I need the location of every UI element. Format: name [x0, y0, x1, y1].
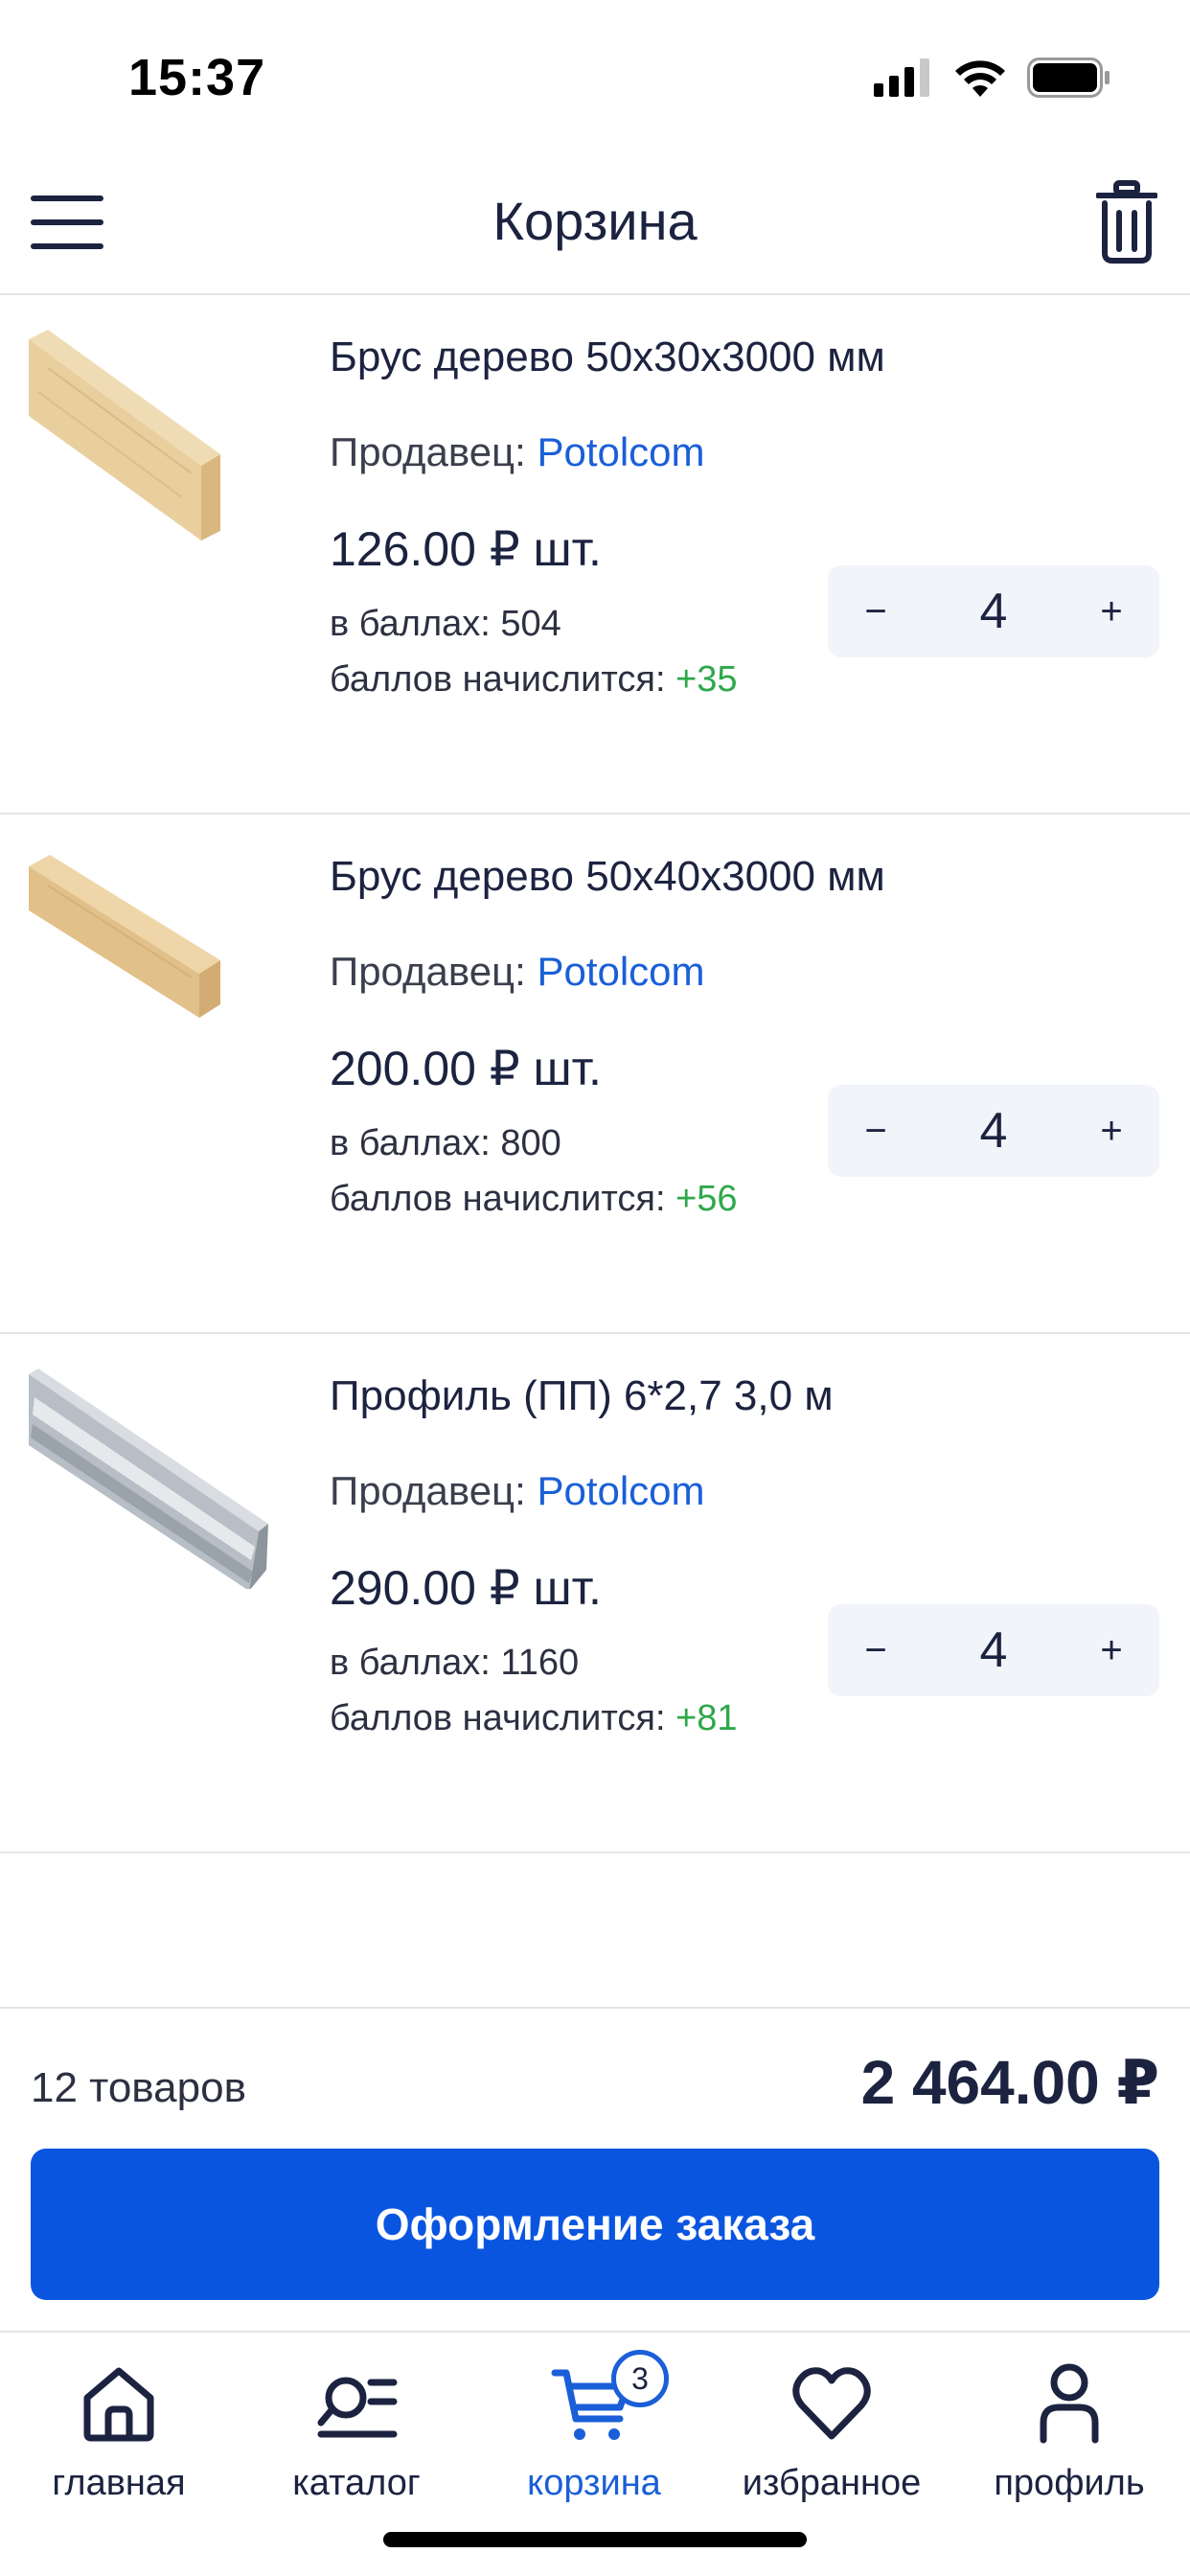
product-price: 200.00 ₽ шт.	[330, 1042, 602, 1095]
cart-item[interactable]: Профиль (ПП) 6*2,7 3,0 м Продавец: Potol…	[0, 1334, 1190, 1853]
heart-icon	[792, 2367, 871, 2440]
status-icons	[874, 58, 1111, 98]
quantity-stepper: − 4 +	[828, 1604, 1159, 1696]
product-image	[29, 330, 220, 540]
cart-count-badge: 3	[611, 2350, 669, 2407]
quantity-stepper: − 4 +	[828, 1085, 1159, 1177]
home-icon	[83, 2367, 154, 2442]
quantity-value: 4	[979, 584, 1008, 639]
profile-icon	[1040, 2363, 1099, 2444]
decrease-quantity-button[interactable]: −	[828, 1604, 924, 1696]
tab-label: главная	[52, 2463, 186, 2503]
increase-quantity-button[interactable]: +	[1064, 565, 1159, 657]
wifi-icon	[955, 60, 1005, 97]
points-label: в баллах:	[330, 1643, 491, 1683]
product-price: 126.00 ₽ шт.	[330, 522, 602, 576]
accrual-label: баллов начислится:	[330, 1698, 666, 1738]
seller-link[interactable]: Potolcom	[537, 429, 704, 474]
product-title[interactable]: Профиль (ПП) 6*2,7 3,0 м	[330, 1372, 834, 1420]
cart-item[interactable]: Брус дерево 50х30х3000 мм Продавец: Poto…	[0, 295, 1190, 815]
seller-link[interactable]: Potolcom	[537, 949, 704, 994]
accrual-label: баллов начислится:	[330, 659, 666, 700]
tab-label: каталог	[292, 2463, 421, 2503]
increase-quantity-button[interactable]: +	[1064, 1085, 1159, 1177]
status-bar: 15:37	[0, 0, 1190, 153]
product-title[interactable]: Брус дерево 50х30х3000 мм	[330, 334, 885, 381]
seller-info: Продавец: Potolcom	[330, 949, 705, 995]
seller-label: Продавец:	[330, 429, 526, 474]
quantity-value: 4	[979, 1103, 1008, 1159]
product-image	[29, 855, 220, 1018]
seller-info: Продавец: Potolcom	[330, 1468, 705, 1514]
home-indicator	[383, 2532, 807, 2547]
accrual-label: баллов начислится:	[330, 1179, 666, 1219]
header: Корзина	[0, 153, 1190, 295]
battery-icon	[1027, 58, 1110, 98]
points-info: в баллах: 800	[330, 1123, 561, 1164]
accrual-value: +81	[675, 1698, 738, 1738]
tab-profile[interactable]: профиль	[950, 2359, 1188, 2522]
points-label: в баллах:	[330, 604, 491, 644]
tab-label: корзина	[527, 2463, 661, 2503]
tab-catalog[interactable]: каталог	[238, 2359, 475, 2522]
product-image	[29, 1368, 268, 1589]
decrease-quantity-button[interactable]: −	[828, 1085, 924, 1177]
quantity-value: 4	[979, 1622, 1008, 1678]
signal-icon	[874, 58, 929, 97]
product-price: 290.00 ₽ шт.	[330, 1561, 602, 1615]
quantity-stepper: − 4 +	[828, 565, 1159, 657]
points-value: 1160	[500, 1643, 580, 1683]
accrual-info: баллов начислится: +56	[330, 1179, 738, 1220]
seller-label: Продавец:	[330, 1468, 526, 1513]
product-title[interactable]: Брус дерево 50х40х3000 мм	[330, 853, 885, 901]
seller-link[interactable]: Potolcom	[537, 1468, 704, 1513]
clear-cart-button[interactable]	[1095, 180, 1158, 264]
decrease-quantity-button[interactable]: −	[828, 565, 924, 657]
trash-icon	[1095, 180, 1158, 264]
tab-favorites[interactable]: избранное	[713, 2359, 950, 2522]
points-info: в баллах: 504	[330, 604, 561, 645]
total-price: 2 464.00 ₽	[860, 2048, 1159, 2117]
items-count: 12 товаров	[31, 2064, 246, 2111]
seller-label: Продавец:	[330, 949, 526, 994]
tab-cart[interactable]: 3 корзина	[475, 2350, 713, 2522]
tab-bar: главная каталог 3 корзина избранное проф…	[0, 2331, 1190, 2576]
cart-item[interactable]: Брус дерево 50х40х3000 мм Продавец: Poto…	[0, 815, 1190, 1334]
accrual-info: баллов начислится: +81	[330, 1698, 738, 1739]
points-value: 800	[500, 1123, 561, 1163]
accrual-value: +35	[675, 659, 738, 700]
accrual-info: баллов начислится: +35	[330, 659, 738, 701]
points-info: в баллах: 1160	[330, 1643, 579, 1684]
increase-quantity-button[interactable]: +	[1064, 1604, 1159, 1696]
cart-list: Брус дерево 50х30х3000 мм Продавец: Poto…	[0, 295, 1190, 1853]
accrual-value: +56	[675, 1179, 738, 1219]
status-time: 15:37	[128, 49, 266, 106]
tab-label: избранное	[742, 2463, 922, 2503]
seller-info: Продавец: Potolcom	[330, 429, 705, 475]
page-title: Корзина	[492, 191, 698, 251]
tab-home[interactable]: главная	[0, 2359, 238, 2522]
points-value: 504	[500, 604, 561, 644]
points-label: в баллах:	[330, 1123, 491, 1163]
catalog-icon	[317, 2377, 398, 2438]
order-summary: 12 товаров 2 464.00 ₽ Оформление заказа	[0, 2007, 1190, 2333]
checkout-button[interactable]: Оформление заказа	[31, 2149, 1159, 2300]
tab-label: профиль	[994, 2463, 1145, 2503]
